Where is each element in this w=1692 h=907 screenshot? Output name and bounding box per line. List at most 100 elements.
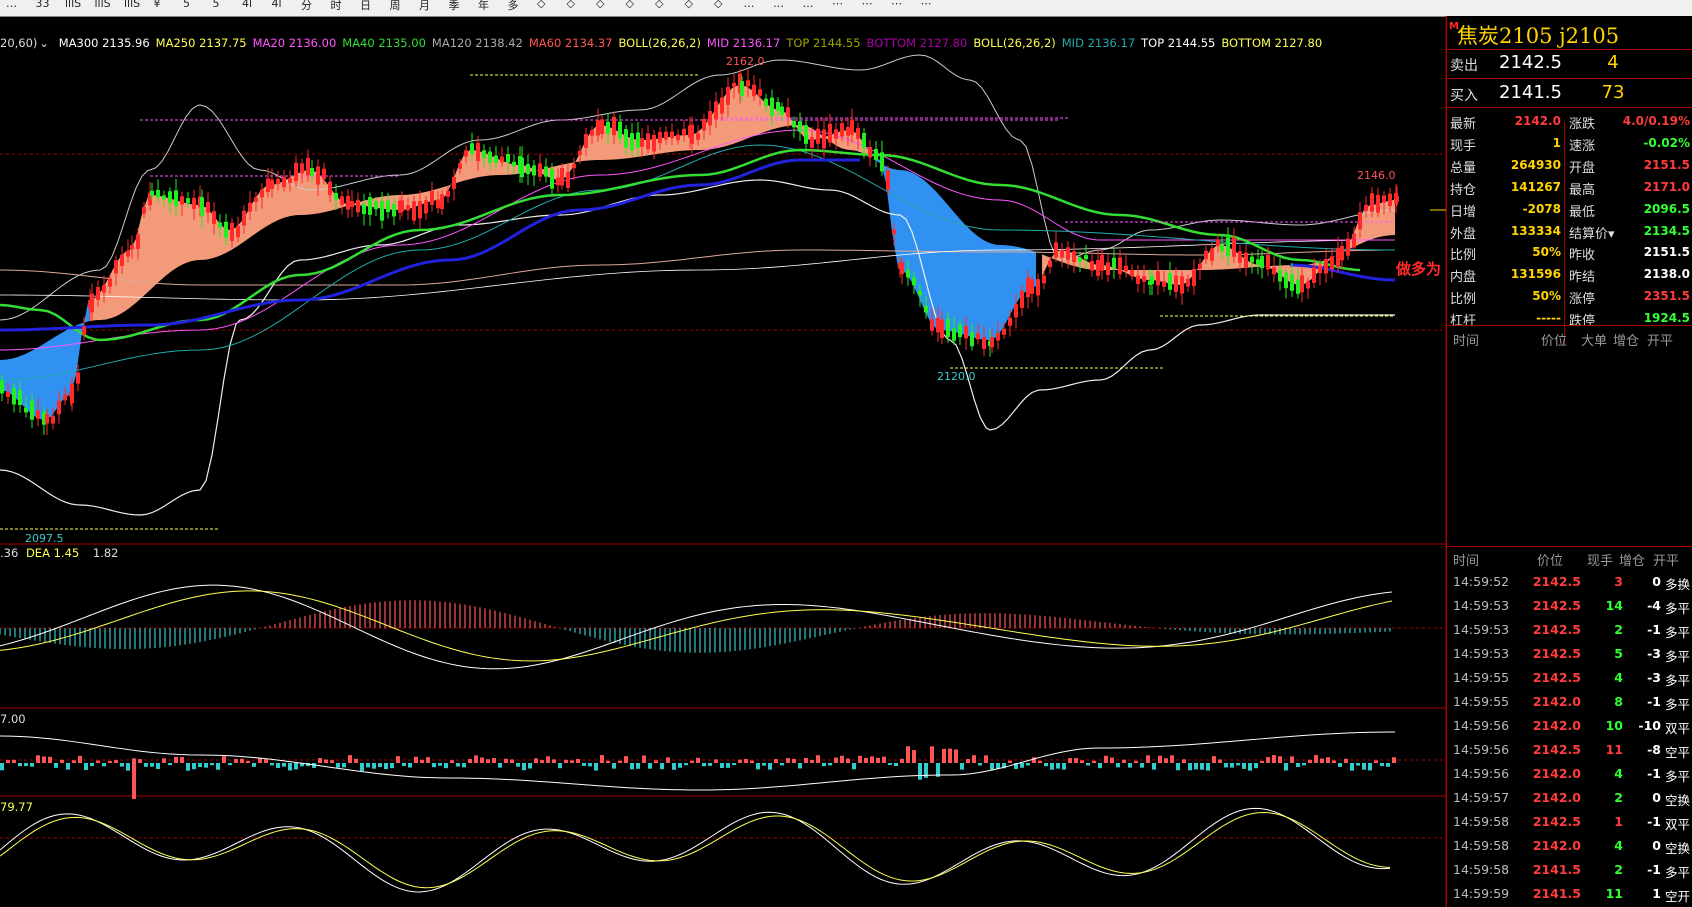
toolbar-button-16[interactable]: 年 — [478, 0, 489, 12]
candle-body — [560, 168, 564, 186]
volume-bar — [870, 756, 874, 763]
volume-bar — [1110, 757, 1114, 763]
toolbar-button-31[interactable]: ⋯ — [921, 0, 932, 11]
candle-body — [816, 128, 820, 144]
candle-body — [51, 415, 55, 424]
buy-row[interactable]: 买入 2141.5 73 — [1447, 82, 1692, 104]
candle-body — [918, 290, 922, 296]
toolbar-button-30[interactable]: ⋯ — [891, 0, 902, 11]
tick-time: 14:59:53 — [1453, 622, 1510, 637]
volume-bar — [858, 755, 862, 763]
toolbar-button-11[interactable]: 时 — [331, 0, 342, 12]
candle-body — [1142, 276, 1146, 282]
contract-title[interactable]: 焦炭2105 j2105 — [1457, 20, 1619, 48]
volume-bar — [1158, 755, 1162, 763]
candlestick-chart[interactable] — [0, 16, 1446, 907]
toolbar-button-8[interactable]: 4l — [242, 0, 252, 11]
toolbar-button-10[interactable]: 分 — [301, 0, 312, 12]
volume-bar — [726, 763, 730, 768]
chevron-down-icon[interactable]: ⌄ — [39, 36, 49, 50]
candle-body — [1266, 254, 1270, 270]
toolbar-button-0[interactable]: … — [6, 0, 17, 11]
toolbar-button-6[interactable]: 5 — [183, 0, 190, 11]
sell-row[interactable]: 卖出 2142.5 4 — [1447, 52, 1692, 74]
toolbar-button-12[interactable]: 日 — [360, 0, 371, 12]
toolbar-button-29[interactable]: ⋯ — [862, 0, 873, 11]
volume-bar — [102, 763, 106, 767]
candle-body — [652, 134, 656, 152]
toolbar-button-5[interactable]: ¥ — [154, 0, 161, 11]
candle-body — [804, 125, 808, 144]
toolbar-button-7[interactable]: 5 — [213, 0, 220, 11]
candle-body — [1388, 193, 1392, 206]
indicator-item-0: MA300 2135.96 — [58, 36, 150, 50]
stat-label-right: 结算价▾ — [1569, 226, 1615, 242]
toolbar-button-27[interactable]: … — [803, 0, 814, 11]
toolbar-button-13[interactable]: 周 — [390, 0, 401, 12]
candle-body — [452, 177, 456, 189]
candle-body — [746, 80, 750, 87]
candle-body — [224, 221, 228, 238]
candle-body — [1014, 304, 1018, 318]
toolbar-button-14[interactable]: 月 — [419, 0, 430, 12]
toolbar-button-20[interactable]: ◇ — [596, 0, 604, 11]
candle-body — [168, 191, 172, 204]
tick-open-close: 多平 — [1665, 673, 1691, 688]
stat-value-right: 2151.5 — [1643, 157, 1690, 172]
toolbar-button-19[interactable]: ◇ — [567, 0, 575, 11]
candle-body — [300, 163, 304, 174]
toolbar-button-18[interactable]: ◇ — [537, 0, 545, 11]
toolbar-button-9[interactable]: 4l — [272, 0, 282, 11]
volume-bar — [204, 763, 208, 768]
candle-body — [828, 123, 832, 143]
toolbar-button-3[interactable]: lllS — [95, 0, 111, 11]
toolbar-button-2[interactable]: lllS — [65, 0, 81, 11]
volume-bar — [1284, 763, 1288, 771]
volume-bar — [840, 755, 844, 763]
candle-body — [76, 372, 80, 384]
toolbar-button-26[interactable]: … — [773, 0, 784, 11]
volume-bar — [540, 760, 544, 763]
volume-bar — [1260, 760, 1264, 763]
volume-bar — [510, 759, 514, 763]
toolbar-button-21[interactable]: ◇ — [626, 0, 634, 11]
indicator-item-1: MA250 2137.75 — [155, 36, 247, 50]
header-volume: 现手 — [1587, 554, 1614, 569]
toolbar-button-23[interactable]: ◇ — [685, 0, 693, 11]
candle-body — [1060, 250, 1064, 258]
stat-value-left: 131596 — [1510, 267, 1561, 282]
tick-open-close: 双平 — [1665, 721, 1691, 736]
candle-body — [976, 333, 980, 340]
candle-body — [1124, 265, 1128, 272]
volume-bar — [120, 763, 124, 767]
tick-time: 14:59:58 — [1453, 838, 1510, 853]
tick-open-close: 多平 — [1665, 769, 1691, 784]
toolbar-button-22[interactable]: ◇ — [655, 0, 663, 11]
toolbar-button-1[interactable]: 33 — [36, 0, 50, 11]
volume-bar — [1332, 760, 1336, 763]
toolbar-button-4[interactable]: lllS — [124, 0, 140, 11]
tick-oi-change: -1 — [1647, 622, 1661, 637]
candle-body — [412, 201, 416, 221]
toolbar-button-15[interactable]: 季 — [449, 0, 460, 12]
toolbar-button-17[interactable]: 多 — [508, 0, 519, 12]
recent-high-price-label: 2146.0 — [1357, 169, 1396, 182]
candle-body — [82, 326, 86, 335]
candle-body — [1256, 259, 1260, 266]
candle-body — [150, 190, 154, 196]
candle-body — [120, 254, 124, 266]
toolbar-button-24[interactable]: ◇ — [714, 0, 722, 11]
volume-bar — [144, 763, 148, 767]
volume-bar — [414, 756, 418, 763]
low-price-label: 2120.0 — [937, 370, 976, 383]
candle-body — [752, 84, 756, 97]
volume-bar — [1302, 763, 1306, 766]
tick-open-close: 多平 — [1665, 697, 1691, 712]
volume-bar — [1338, 763, 1342, 767]
candle-body — [1054, 242, 1058, 258]
stat-value-right: 2138.0 — [1643, 267, 1690, 282]
stat-label-right: 跌停 — [1569, 314, 1596, 330]
toolbar-button-28[interactable]: ⋯ — [832, 0, 843, 11]
toolbar-button-25[interactable]: … — [744, 0, 755, 11]
candle-body — [270, 179, 274, 190]
